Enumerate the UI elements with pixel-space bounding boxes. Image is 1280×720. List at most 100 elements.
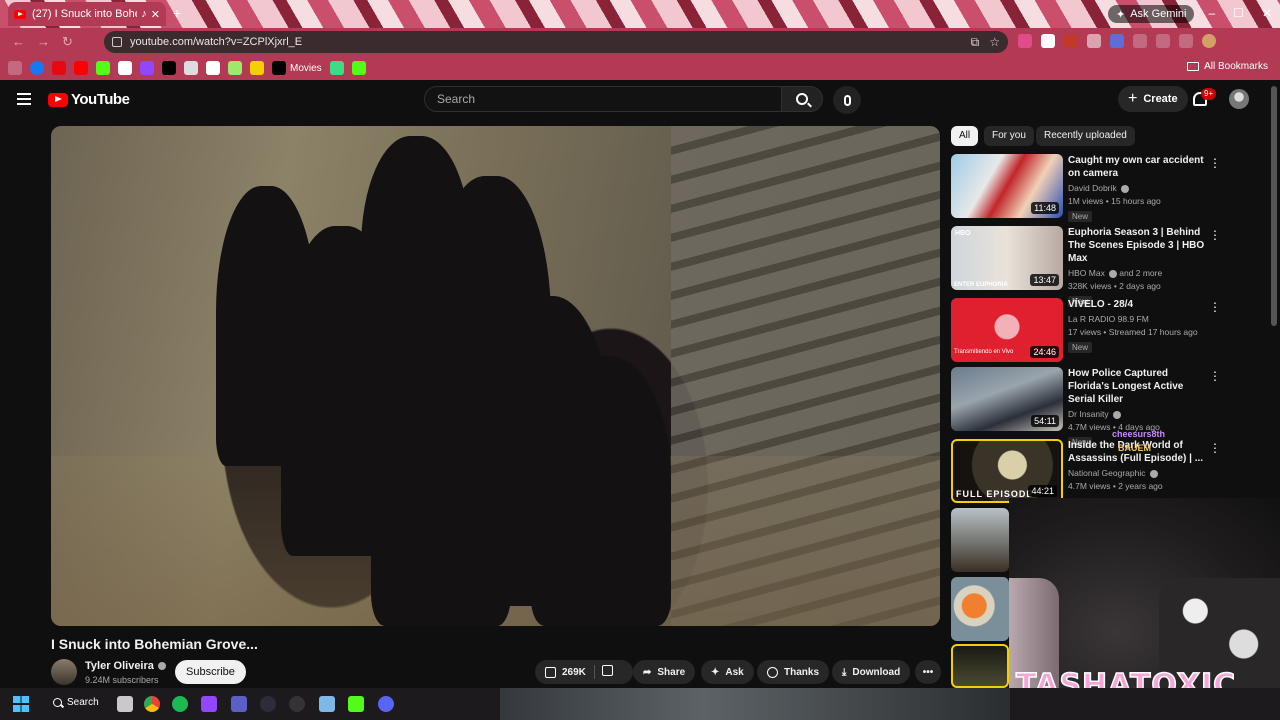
extension-icon[interactable] [1133,34,1147,48]
tab-close-icon[interactable]: ✕ [151,8,160,21]
bookmark-icon[interactable] [184,61,198,75]
recommendation-thumbnail[interactable] [951,644,1009,688]
apps-grid-icon[interactable] [8,61,22,75]
create-button[interactable]: + Create [1118,86,1188,112]
recommendation-channel[interactable]: David Dobrik [1068,183,1208,193]
recommendation-thumbnail[interactable]: HBO ENTER EUPHORIA 13:47 [951,226,1063,290]
taskbar-search[interactable]: Search [53,697,99,708]
back-icon[interactable]: ← [12,34,25,50]
more-vertical-icon[interactable]: ⋮ [1209,300,1221,314]
recommendation-thumbnail[interactable]: FULL EPISODE 44:21 [951,439,1063,503]
more-vertical-icon[interactable]: ⋮ [1209,156,1221,170]
twitch-icon[interactable] [140,61,154,75]
kick-icon[interactable] [348,696,364,712]
bookmark-icon[interactable] [118,61,132,75]
video-player[interactable] [51,126,940,626]
facebook-icon[interactable] [30,61,44,75]
install-app-icon[interactable]: ⧉ [971,35,980,50]
chip-for-you[interactable]: For you [984,126,1034,146]
extension-icon[interactable] [1064,34,1078,48]
maximize-icon[interactable]: ☐ [1233,6,1244,20]
search-input[interactable]: Search [424,86,782,112]
windows-start-icon[interactable] [13,696,29,712]
channel-name[interactable]: Tyler Oliveira [85,660,166,672]
sidepanel-icon[interactable] [1179,34,1193,48]
obs-icon[interactable] [289,696,305,712]
profile-avatar[interactable] [1202,34,1216,48]
all-bookmarks-button[interactable]: All Bookmarks [1187,61,1268,72]
recommendation-channel[interactable]: Dr Insanity [1068,409,1208,419]
url-bar[interactable]: youtube.com/watch?v=ZCPlXjxrl_E ⧉ ☆ [104,31,1008,53]
recommendation-item[interactable]: Transmitiendo en Vivo 24:46 VÍVELO - 28/… [951,298,1231,362]
channel-avatar[interactable] [51,659,77,685]
extension-icon[interactable] [1041,34,1055,48]
netflix-icon[interactable] [52,61,66,75]
kick-icon[interactable] [96,61,110,75]
reload-icon[interactable]: ↻ [62,34,73,50]
close-window-icon[interactable]: ✕ [1262,6,1272,20]
twitch-icon[interactable] [201,696,217,712]
chrome-icon[interactable] [144,696,160,712]
x-icon[interactable] [162,61,176,75]
subscribe-button[interactable]: Subscribe [175,660,246,684]
page-scrollbar[interactable] [1271,86,1277,326]
spotify-icon[interactable] [172,696,188,712]
account-avatar[interactable] [1229,89,1249,109]
youtube-bookmark-icon[interactable] [74,61,88,75]
chip-all[interactable]: All [951,126,979,146]
thanks-button[interactable]: Thanks [757,660,830,684]
minimize-icon[interactable]: – [1208,6,1215,20]
bookmark-icon[interactable] [228,61,242,75]
more-vertical-icon[interactable]: ⋮ [1209,441,1221,455]
forward-icon[interactable]: → [37,34,50,50]
voice-search-button[interactable] [833,86,861,114]
like-button[interactable]: 269K [545,666,586,678]
recommendation-thumbnail[interactable]: 54:11 [951,367,1063,431]
recommendation-title[interactable]: How Police Captured Florida's Longest Ac… [1068,367,1208,406]
recommendation-item[interactable]: FULL EPISODE 44:21 Inside the Dark World… [951,439,1231,503]
bookmark-icon[interactable] [329,61,344,75]
new-tab-button[interactable]: + [170,6,184,20]
extension-icon[interactable] [1110,34,1124,48]
recommendation-title[interactable]: VÍVELO - 28/4 [1068,298,1208,311]
bookmark-icon[interactable] [250,61,264,75]
extensions-puzzle-icon[interactable] [1156,34,1170,48]
bookmark-star-icon[interactable]: ☆ [989,35,1000,50]
recommendation-item[interactable]: HBO ENTER EUPHORIA 13:47 Euphoria Season… [951,226,1231,307]
recommendation-thumbnail[interactable]: 11:48 [951,154,1063,218]
movies-bookmark[interactable]: Movies [272,61,322,75]
share-button[interactable]: ➦ Share [633,660,696,684]
site-info-icon[interactable] [112,37,122,47]
discord-icon[interactable] [378,696,394,712]
recommendation-thumbnail[interactable]: Transmitiendo en Vivo 24:46 [951,298,1063,362]
more-vertical-icon[interactable]: ⋮ [1209,228,1221,242]
recommendation-item[interactable]: 54:11 How Police Captured Florida's Long… [951,367,1231,448]
bookmark-icon[interactable] [351,61,366,75]
extension-icon[interactable] [1018,34,1032,48]
app-icon[interactable] [260,696,276,712]
bookmark-icon[interactable] [206,61,220,75]
more-actions-button[interactable]: ••• [915,660,941,684]
extension-icon[interactable] [1087,34,1101,48]
youtube-logo[interactable]: YouTube [48,91,130,108]
recommendation-channel[interactable]: La R RADIO 98.9 FM [1068,314,1208,324]
task-view-icon[interactable] [117,696,133,712]
search-button[interactable] [781,86,823,112]
recommendation-thumbnail[interactable] [951,577,1009,641]
recommendation-channel[interactable]: National Geographic [1068,468,1208,478]
recommendation-title[interactable]: Euphoria Season 3 | Behind The Scenes Ep… [1068,226,1208,265]
dislike-button[interactable] [601,665,613,679]
recommendation-title[interactable]: Caught my own car accident on camera [1068,154,1208,180]
ask-button[interactable]: ✦ Ask [701,660,754,684]
chip-recently-uploaded[interactable]: Recently uploaded [1036,126,1135,146]
menu-icon[interactable] [17,93,31,105]
recommendation-item[interactable]: 11:48 Caught my own car accident on came… [951,154,1231,222]
browser-tab-active[interactable]: (27) I Snuck into Bohemian ♪ ✕ [8,2,166,26]
notepad-icon[interactable] [319,696,335,712]
recommendation-channel[interactable]: HBO Max and 2 more [1068,268,1208,278]
more-vertical-icon[interactable]: ⋮ [1209,369,1221,383]
download-button[interactable]: ⤓ Download [832,660,911,684]
ask-gemini-button[interactable]: ✦ Ask Gemini [1108,5,1195,23]
app-grid-icon[interactable] [231,696,247,712]
recommendation-thumbnail[interactable] [951,508,1009,572]
